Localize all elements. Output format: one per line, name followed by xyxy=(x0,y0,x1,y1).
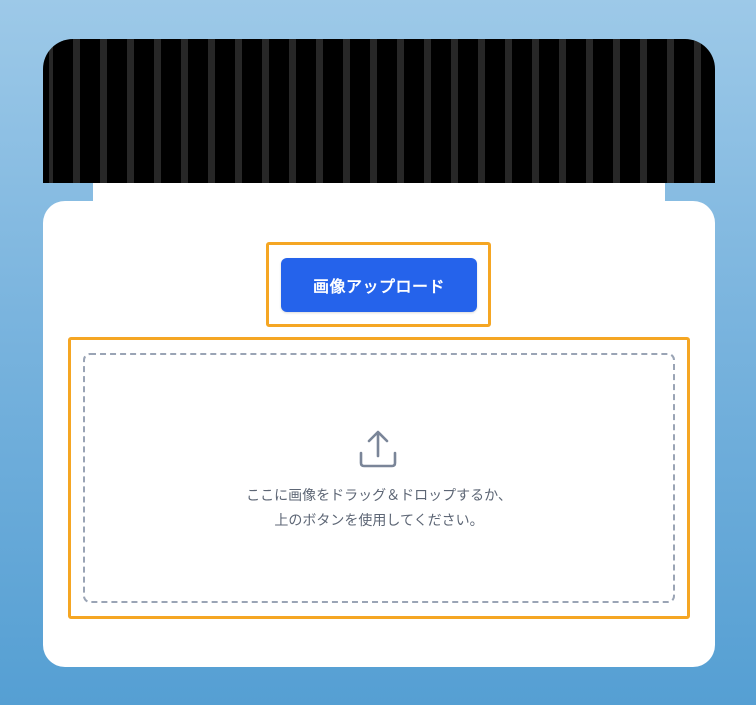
drop-instruction-line-1: ここに画像をドラッグ＆ドロップするか、 xyxy=(246,488,512,504)
upload-icon xyxy=(359,430,397,468)
image-drop-zone[interactable] xyxy=(83,353,675,603)
upload-image-button[interactable]: 画像アップロード xyxy=(281,258,477,312)
striped-header-banner xyxy=(43,39,715,183)
drop-instruction-line-2: 上のボタンを使用してください。 xyxy=(274,513,484,529)
